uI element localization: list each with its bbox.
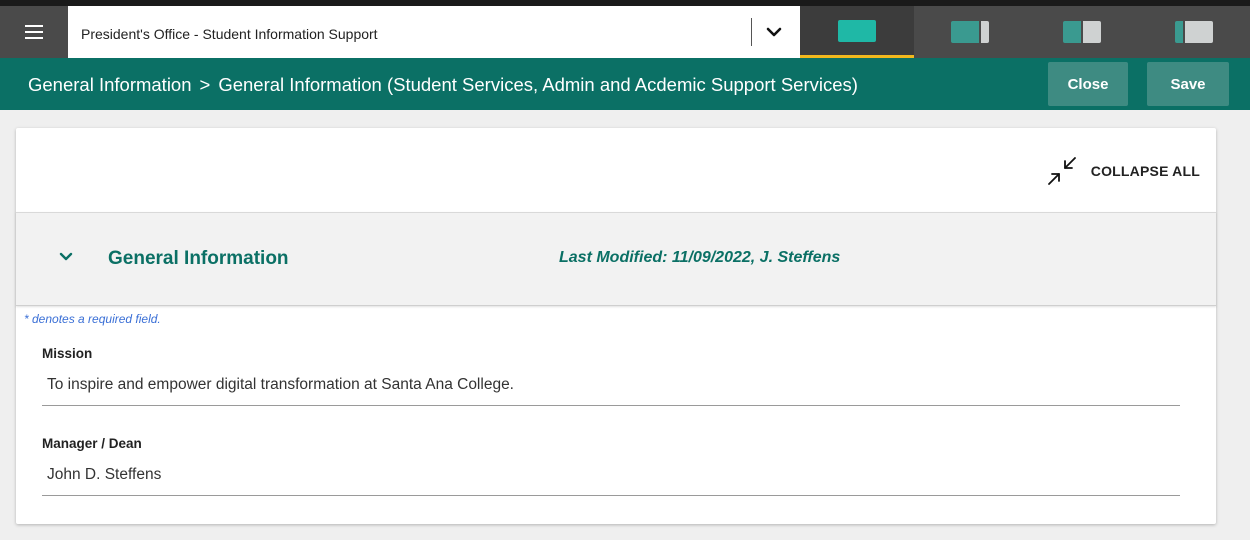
view-button-2[interactable]: [914, 6, 1026, 58]
close-button[interactable]: Close: [1048, 62, 1128, 106]
breadcrumb-current: General Information (Student Services, A…: [218, 74, 858, 95]
breadcrumb: General Information > General Information …: [28, 74, 858, 96]
save-button[interactable]: Save: [1147, 62, 1229, 106]
view-button-4[interactable]: [1138, 6, 1250, 58]
manager-dean-label: Manager / Dean: [42, 436, 142, 451]
narrow-split-panel-icon: [1175, 21, 1213, 43]
section-title: General Information: [108, 248, 289, 269]
mission-field[interactable]: To inspire and empower digital transform…: [42, 370, 1180, 406]
chevron-down-icon[interactable]: [58, 251, 74, 263]
view-button-1[interactable]: [800, 6, 914, 58]
full-panel-icon: [838, 19, 876, 42]
manager-dean-field[interactable]: John D. Steffens: [42, 460, 1180, 496]
last-modified-text: Last Modified: 11/09/2022, J. Steffens: [559, 249, 841, 266]
collapse-all-button[interactable]: COLLAPSE ALL: [1045, 154, 1200, 188]
half-split-panel-icon: [1063, 21, 1101, 43]
hamburger-menu-icon[interactable]: [0, 6, 68, 58]
chevron-down-icon[interactable]: [765, 24, 783, 40]
breadcrumb-parent[interactable]: General Information: [28, 74, 192, 95]
collapse-arrows-icon: [1047, 157, 1076, 185]
page-header: General Information > General Information …: [0, 58, 1250, 110]
office-selector-value: President's Office - Student Information…: [81, 26, 378, 42]
collapse-all-label: COLLAPSE ALL: [1090, 163, 1200, 179]
wide-split-panel-icon: [951, 21, 989, 43]
breadcrumb-separator: >: [199, 74, 211, 95]
mission-label: Mission: [42, 346, 93, 361]
top-bar: President's Office - Student Information…: [0, 0, 1250, 58]
required-field-note: * denotes a required field.: [24, 312, 161, 326]
section-header-general-information[interactable]: General Information Last Modified: 11/09…: [16, 212, 1216, 306]
view-button-3[interactable]: [1026, 6, 1138, 58]
office-selector[interactable]: President's Office - Student Information…: [68, 6, 800, 58]
selector-divider: [751, 18, 752, 46]
content-card: COLLAPSE ALL General Information Last Mo…: [16, 128, 1216, 524]
